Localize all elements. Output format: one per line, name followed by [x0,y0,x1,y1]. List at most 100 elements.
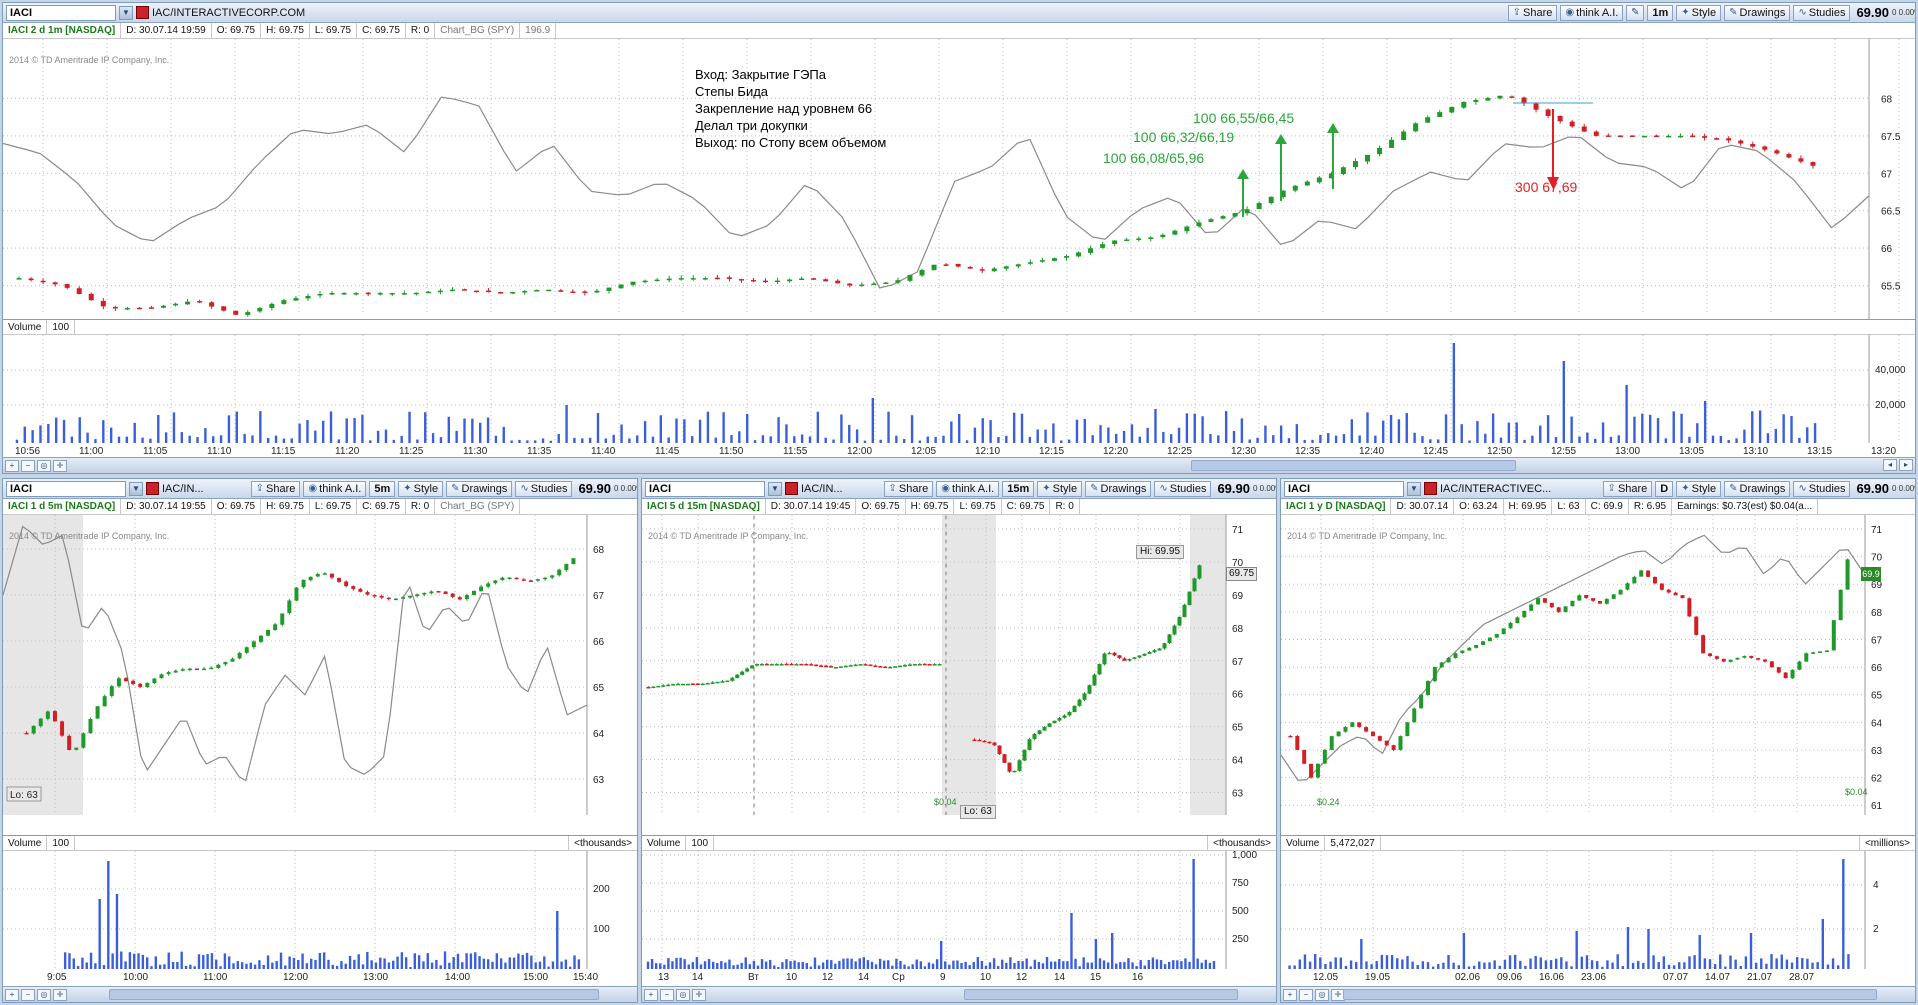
style-button[interactable]: ✦ Style [1676,4,1722,21]
volume-label: Volume [642,836,687,850]
style-button[interactable]: ✦ Style [398,480,444,497]
panel-daily-price-chart[interactable]: 71 70 69 68 67 66 65 64 63 62 61 2014 © TD Ameritra… [1281,515,1916,815]
price-candle [389,293,395,295]
price-axis-label: 68 [1871,608,1883,619]
panel-daily-volume-chart[interactable]: 42 [1281,851,1916,969]
drawings-button[interactable]: ✎ Drawings [1724,4,1791,21]
time-scrollbar[interactable] [964,989,1238,1000]
studies-button[interactable]: ∿ Studies [1793,480,1851,497]
chart-title[interactable]: IACI 1 d 5m [NASDAQ] [3,499,122,514]
time-scrollbar[interactable] [1191,460,1516,471]
share-button[interactable]: ⇪ Share [883,480,934,497]
price-candle [413,292,419,295]
timeframe-button[interactable]: 15m [1002,480,1035,497]
symbol-dropdown-icon[interactable]: ▼ [129,481,143,496]
zoom-out-icon[interactable]: − [21,988,35,1001]
price-candle [1127,659,1132,661]
crosshair-icon[interactable]: ✛ [53,459,67,472]
top-volume-chart[interactable]: 40,000 20,000 [3,335,1916,443]
drawings-button[interactable]: ✎ Drawings [1085,480,1152,497]
share-button[interactable]: ⇪ Share [250,480,301,497]
wrench-icon[interactable]: ✎ [1626,4,1645,21]
zoom-fit-icon[interactable]: ◎ [37,988,51,1001]
studies-button[interactable]: ∿ Studies [1154,480,1212,497]
timeframe-button[interactable]: D [1655,480,1674,497]
volume-bar [525,952,529,969]
think-ai-button[interactable]: ◉ think A.I. [1560,4,1624,21]
think-ai-button[interactable]: ◉ think A.I. [303,480,367,497]
zoom-in-icon[interactable]: + [5,459,19,472]
volume-bar [266,955,270,969]
brain-icon: ◉ [941,482,951,494]
plot-area [1281,515,1865,815]
studies-button[interactable]: ∿ Studies [1793,4,1851,21]
volume-bar [1626,927,1630,969]
zoom-in-icon[interactable]: + [644,988,658,1001]
share-button[interactable]: ⇪ Share [1602,480,1653,497]
zoom-in-icon[interactable]: + [5,988,19,1001]
timeframe-button[interactable]: 5m [369,480,396,497]
symbol-dropdown-icon[interactable]: ▼ [119,5,133,20]
price-candle [1446,657,1451,663]
crosshair-icon[interactable]: ✛ [53,988,67,1001]
zoom-fit-icon[interactable]: ◎ [676,988,690,1001]
price-candle [443,591,448,594]
panel-daily-header: IACI ▼ IAC/INTERACTIVEC... ⇪ Share D ✦ Sty… [1281,479,1915,499]
zoom-out-icon[interactable]: − [21,459,35,472]
volume-bar [314,959,317,969]
symbol-dropdown-icon[interactable]: ▼ [768,481,782,496]
volume-bar [659,415,663,443]
chart-title[interactable]: IACI 2 d 1m [NASDAQ] [3,23,122,38]
symbol-input[interactable]: IACI [6,480,126,497]
panel-5m-volume-chart[interactable]: 200 100 [3,851,638,969]
style-button[interactable]: ✦ Style [1676,480,1722,497]
chart-title[interactable]: IACI 1 y D [NASDAQ] [1281,499,1392,514]
time-axis-label: 07.07 [1663,972,1688,983]
time-scrollbar[interactable] [1343,989,1877,1000]
chart-title[interactable]: IACI 5 d 15m [NASDAQ] [642,499,766,514]
price-candle [972,739,977,742]
drawings-button[interactable]: ✎ Drawings [446,480,513,497]
think-ai-button[interactable]: ◉ think A.I. [936,480,1000,497]
zoom-fit-icon[interactable]: ◎ [37,459,51,472]
panel-15m-volume-chart[interactable]: 1,000 750 500 250 [642,851,1277,969]
price-candle [1536,598,1541,605]
top-price-chart[interactable]: 6867.56766.56665.5652014 © TD Ameritrade… [3,39,1916,319]
price-candle [618,284,624,289]
volume-bar [1009,957,1012,969]
zoom-out-icon[interactable]: − [660,988,674,1001]
zoom-out-icon[interactable]: − [1299,988,1313,1001]
volume-bar [327,959,330,969]
time-scrollbar[interactable] [109,989,599,1000]
price-candle [1419,694,1424,709]
crosshair-icon[interactable]: ✛ [692,988,706,1001]
share-button[interactable]: ⇪ Share [1507,4,1558,21]
style-button[interactable]: ✦ Style [1037,480,1083,497]
price-candle [789,663,794,666]
volume-bar [1036,429,1039,443]
scroll-right-icon[interactable]: ▸ [1899,459,1913,471]
price-candle [1017,760,1022,771]
symbol-input[interactable]: IACI [1284,480,1404,497]
symbol-input[interactable]: IACI [645,480,765,497]
time-axis-label: Вт [748,972,759,983]
zoom-in-icon[interactable]: + [1283,988,1297,1001]
symbol-input[interactable]: IACI [6,4,116,21]
price-candle [1182,604,1187,618]
studies-button[interactable]: ∿ Studies [515,480,573,497]
symbol-dropdown-icon[interactable]: ▼ [1407,481,1421,496]
volume-bar [463,418,466,443]
drawings-button[interactable]: ✎ Drawings [1724,480,1791,497]
zoom-fit-icon[interactable]: ◎ [1315,988,1329,1001]
volume-bar [1411,961,1414,969]
panel-15m-price-chart[interactable]: 7170696867666564632014 © TD Ameritrade I… [642,515,1277,815]
price-axis-label: 61 [1871,801,1883,812]
volume-label: Volume [3,320,48,334]
panel-5m-price-chart[interactable]: 68 67 66 65 64 63 2014 © TD Ameritrade IP Comp… [3,515,638,815]
price-axis-label: 70 [1871,553,1883,564]
timeframe-button[interactable]: 1m [1647,4,1674,21]
price-candle [1322,749,1327,764]
price-candle [1774,150,1780,154]
scroll-left-icon[interactable]: ◂ [1883,459,1897,471]
volume-bar [675,418,678,443]
